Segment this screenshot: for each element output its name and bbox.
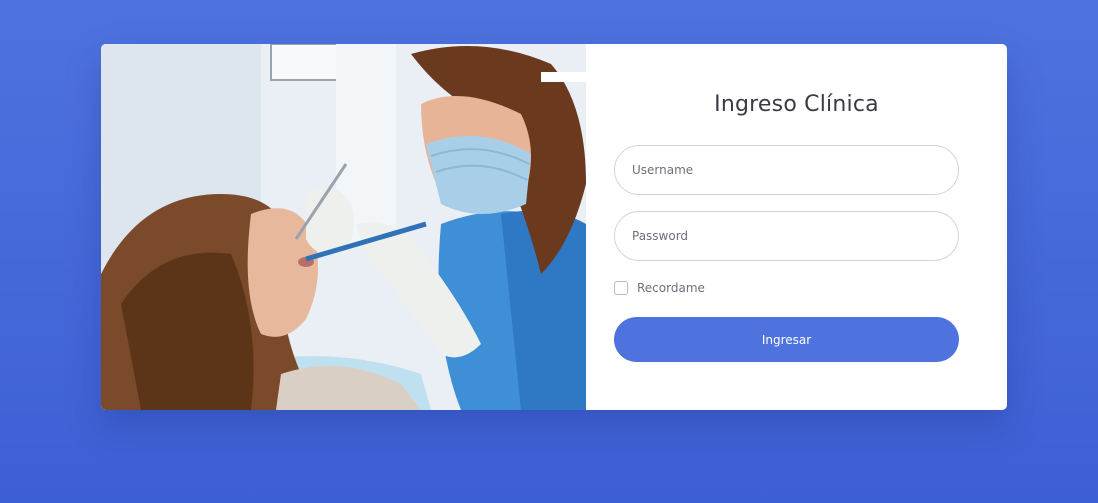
login-form: Ingreso Clínica Recordame Ingresar: [586, 44, 1007, 410]
password-input[interactable]: [614, 211, 959, 261]
login-title: Ingreso Clínica: [714, 92, 879, 117]
username-input[interactable]: [614, 145, 959, 195]
remember-me-option[interactable]: Recordame: [614, 281, 705, 295]
login-card: Ingreso Clínica Recordame Ingresar: [101, 44, 1007, 410]
dental-clinic-photo: [101, 44, 586, 410]
remember-label: Recordame: [637, 281, 705, 295]
login-button[interactable]: Ingresar: [614, 317, 959, 362]
remember-checkbox[interactable]: [614, 281, 628, 295]
